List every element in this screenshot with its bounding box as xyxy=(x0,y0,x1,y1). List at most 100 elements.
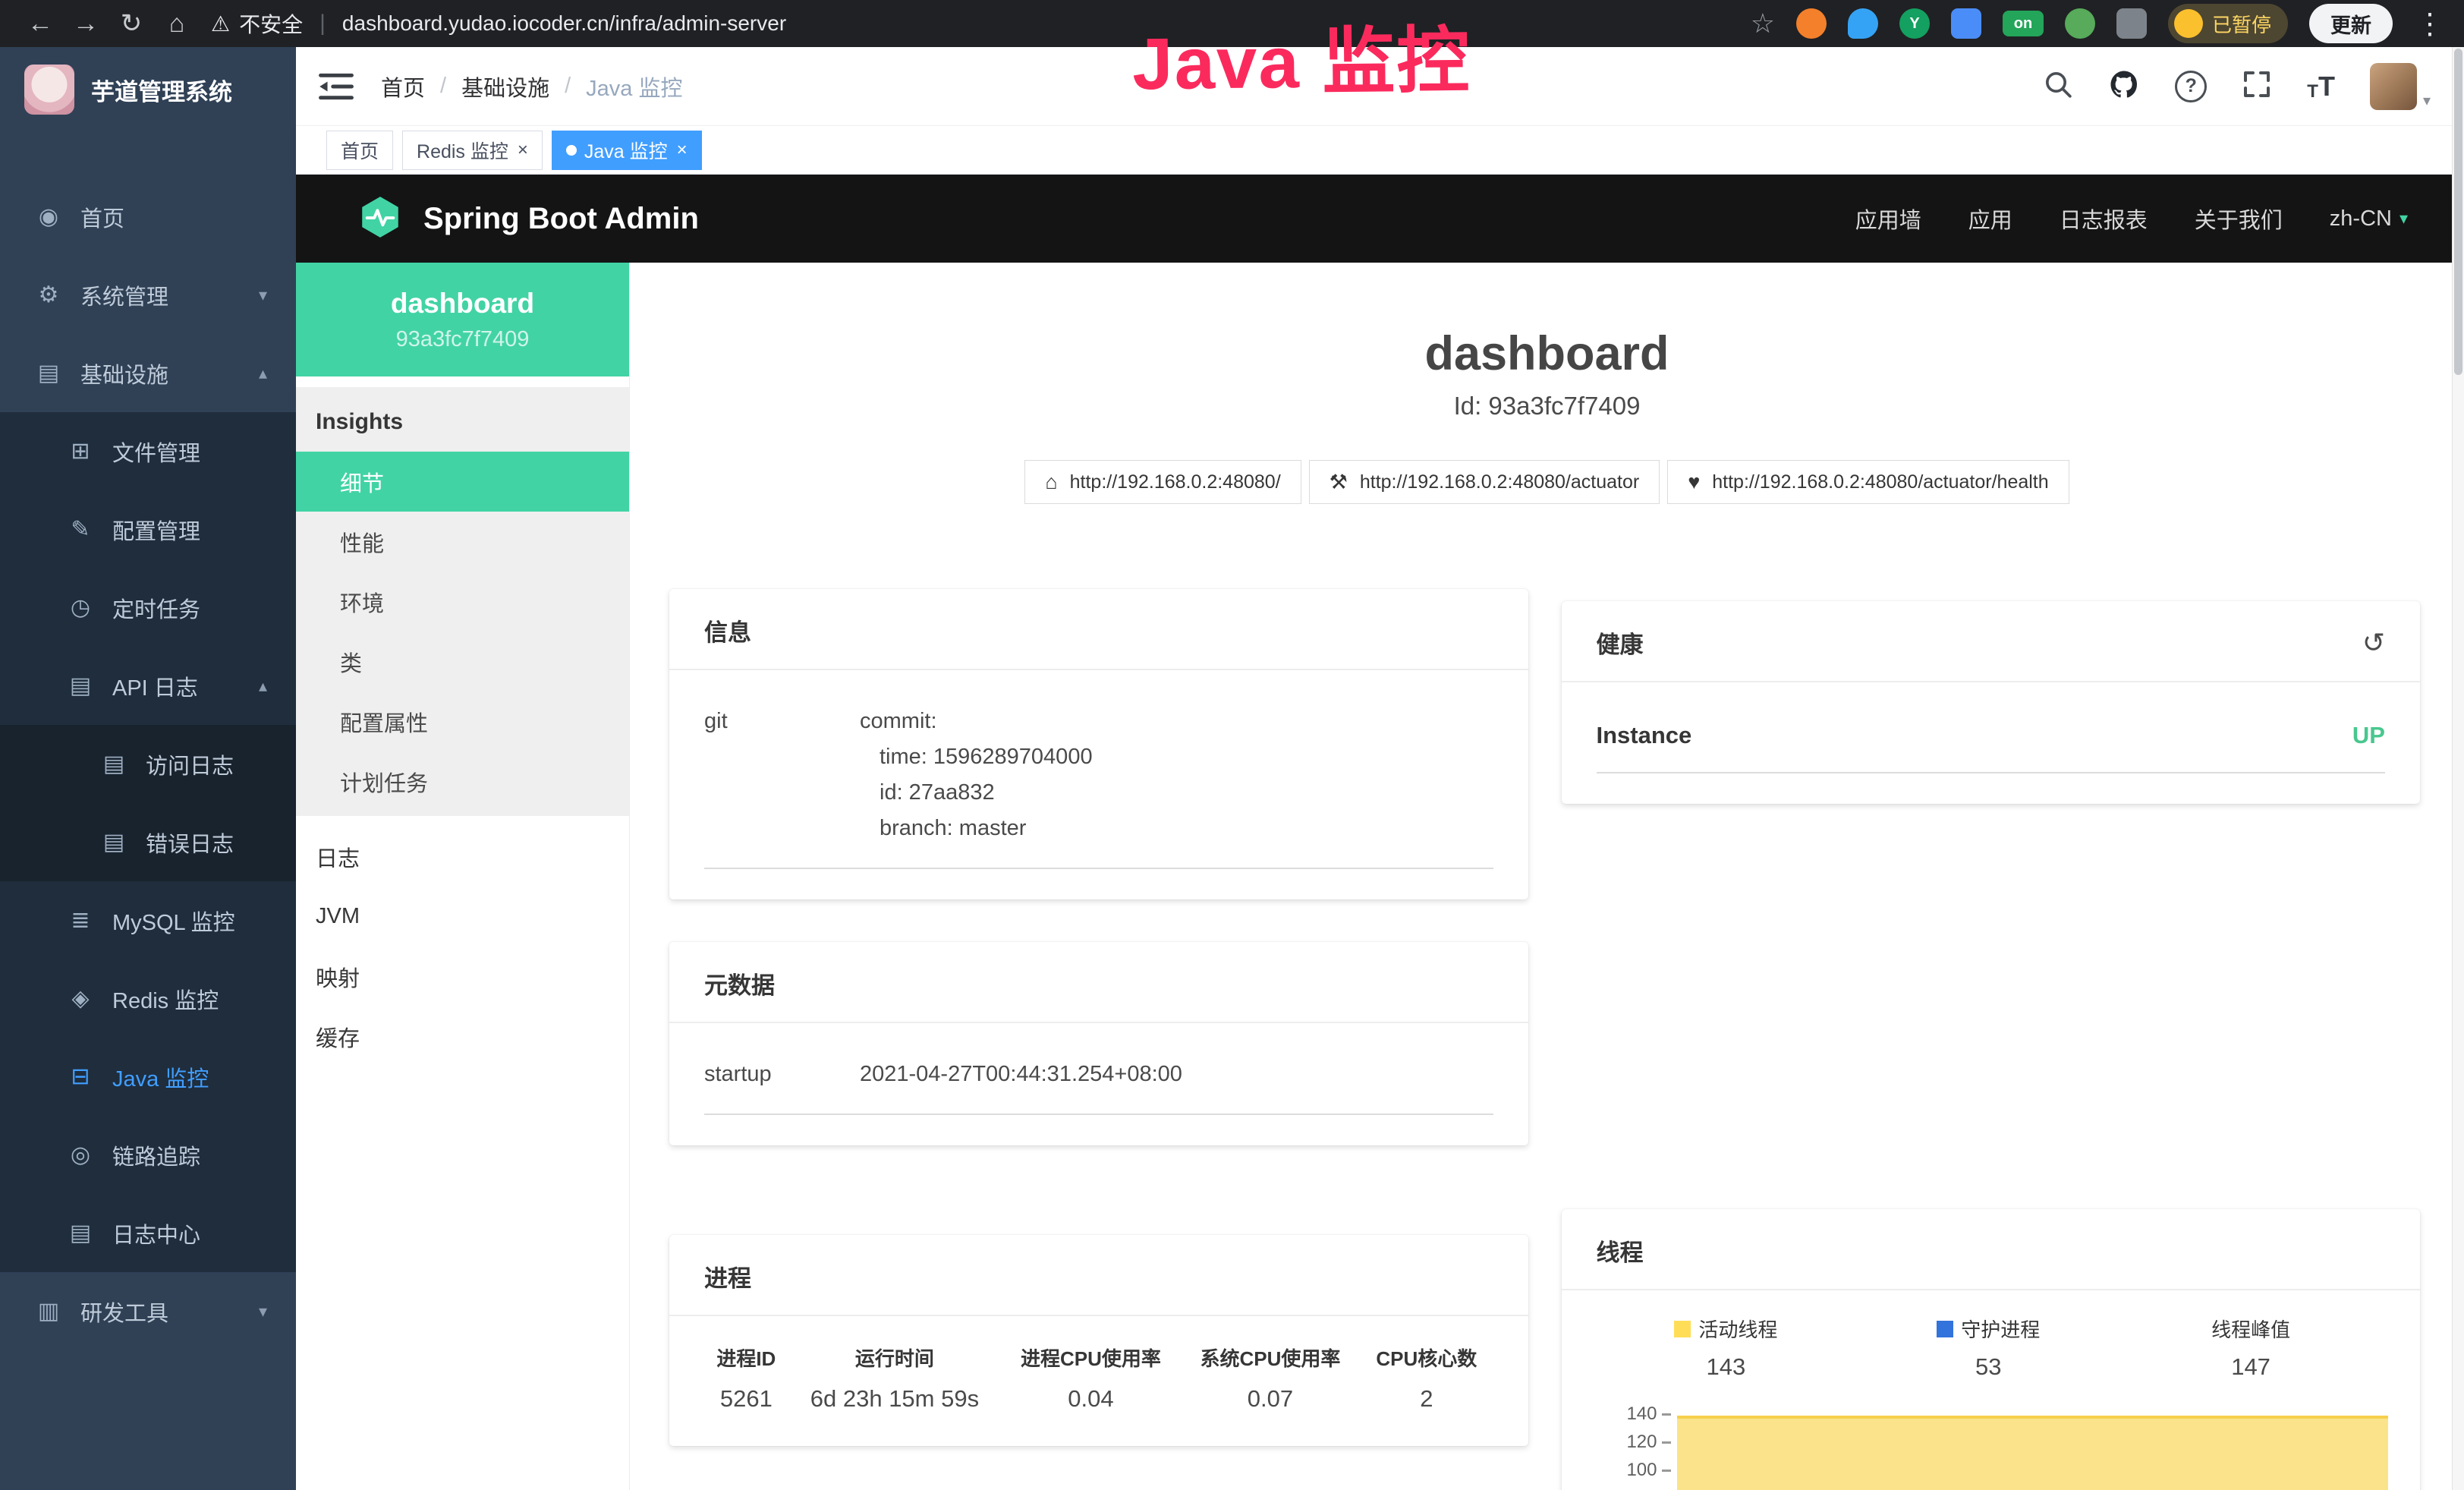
sidebar-item-access-log[interactable]: ▤ 访问日志 xyxy=(0,725,296,803)
link-service-url[interactable]: ⌂ http://192.168.0.2:48080/ xyxy=(1024,460,1301,504)
chrome-update-button[interactable]: 更新 xyxy=(2309,4,2393,43)
process-val-pid: 5261 xyxy=(704,1376,788,1420)
sba-nav-journal[interactable]: 日志报表 xyxy=(2060,203,2148,235)
sba-item-mappings[interactable]: 映射 xyxy=(296,947,629,1006)
process-card: 进程 进程ID 运行时间 进程 xyxy=(669,1235,1528,1446)
bookmark-star-icon[interactable]: ☆ xyxy=(1751,8,1775,39)
sidebar-item-system[interactable]: ⚙ 系统管理 ▾ xyxy=(0,256,296,334)
tag-redis-monitor[interactable]: Redis 监控 × xyxy=(402,131,543,170)
sidebar-item-label: Java 监控 xyxy=(112,1061,209,1093)
back-button[interactable]: ← xyxy=(20,9,61,39)
spring-boot-admin: Spring Boot Admin 应用墙 应用 日志报表 关于我们 zh-CN… xyxy=(296,175,2464,1490)
sidebar-item-redis-monitor[interactable]: ◈ Redis 监控 xyxy=(0,959,296,1038)
chevron-up-icon: ▴ xyxy=(259,676,267,696)
sidebar-item-config-manage[interactable]: ✎ 配置管理 xyxy=(0,490,296,569)
page-scrollbar xyxy=(2452,47,2464,1490)
sidebar-item-error-log[interactable]: ▤ 错误日志 xyxy=(0,803,296,881)
sba-nav-applications[interactable]: 应用 xyxy=(1968,203,2012,235)
sba-language-select[interactable]: zh-CN ▾ xyxy=(2330,206,2408,232)
sidebar-item-label: 系统管理 xyxy=(80,279,168,311)
link-actuator-url[interactable]: ⚒ http://192.168.0.2:48080/actuator xyxy=(1309,460,1660,504)
sba-item-caches[interactable]: 缓存 xyxy=(296,1006,629,1066)
extension-icon-grid[interactable] xyxy=(1951,8,1981,39)
sidebar-item-label: API 日志 xyxy=(112,670,198,702)
sba-item-classes[interactable]: 类 xyxy=(296,632,629,691)
extension-icon-blue-drop[interactable] xyxy=(1848,8,1878,39)
site-security-chip[interactable]: ⚠ 不安全 | dashboard.yudao.iocoder.cn/infra… xyxy=(211,8,786,39)
metadata-card: 元数据 startup 2021-04-27T00:44:31.254+08:0… xyxy=(669,942,1528,1145)
extension-icon-orange[interactable] xyxy=(1796,8,1827,39)
sba-item-configprops[interactable]: 配置属性 xyxy=(296,691,629,751)
close-icon[interactable]: × xyxy=(518,140,528,161)
search-icon[interactable] xyxy=(2043,69,2073,103)
sidebar-fold-icon[interactable] xyxy=(319,71,354,102)
sba-nav-about[interactable]: 关于我们 xyxy=(2195,203,2283,235)
sidebar-item-infra[interactable]: ▤ 基础设施 ▴ xyxy=(0,334,296,412)
breadcrumb-section[interactable]: 基础设施 xyxy=(461,71,549,102)
address-bar[interactable]: dashboard.yudao.iocoder.cn/infra/admin-s… xyxy=(342,11,786,36)
security-label: 不安全 xyxy=(239,8,303,39)
process-val-proc-cpu: 0.04 xyxy=(1001,1376,1180,1420)
extensions-puzzle-icon[interactable] xyxy=(2116,8,2147,39)
sba-item-jvm[interactable]: JVM xyxy=(296,887,629,947)
screen-icon: ⊟ xyxy=(64,1063,97,1090)
font-size-icon[interactable]: TT xyxy=(2307,71,2335,102)
sidebar-item-mysql-monitor[interactable]: ≣ MySQL 监控 xyxy=(0,881,296,959)
process-table: 进程ID 运行时间 进程CPU使用率 系统CPU使用率 CPU核心数 xyxy=(704,1321,1493,1420)
sidebar-item-file-manage[interactable]: ⊞ 文件管理 xyxy=(0,412,296,490)
tag-home[interactable]: 首页 xyxy=(326,131,393,170)
sidebar-item-java-monitor[interactable]: ⊟ Java 监控 xyxy=(0,1038,296,1116)
close-icon[interactable]: × xyxy=(677,140,688,161)
sidebar-item-api-log[interactable]: ▤ API 日志 ▴ xyxy=(0,647,296,725)
wrench-icon: ⚒ xyxy=(1330,471,1348,494)
main-column: 首页 / 基础设施 / Java 监控 xyxy=(296,47,2464,1490)
scrollbar-thumb[interactable] xyxy=(2454,49,2462,375)
chevron-down-icon: ▾ xyxy=(259,1302,267,1321)
help-icon[interactable]: ? xyxy=(2175,71,2207,102)
extension-icon-leaf[interactable] xyxy=(2065,8,2095,39)
home-icon: ⌂ xyxy=(1045,471,1057,494)
link-health-url[interactable]: ♥ http://192.168.0.2:48080/actuator/heal… xyxy=(1667,460,2069,504)
sba-item-metrics[interactable]: 性能 xyxy=(296,512,629,572)
fullscreen-icon[interactable] xyxy=(2242,69,2272,103)
spring-boot-admin-logo xyxy=(357,194,404,244)
sidebar-item-label: 链路追踪 xyxy=(112,1139,200,1171)
sidebar-item-dev-tools[interactable]: ▥ 研发工具 ▾ xyxy=(0,1272,296,1350)
extension-paused-badge[interactable]: 已暂停 xyxy=(2168,4,2288,43)
history-icon[interactable]: ↺ xyxy=(2362,627,2385,659)
breadcrumb-home[interactable]: 首页 xyxy=(381,71,425,102)
process-col-uptime: 运行时间 xyxy=(788,1321,1002,1376)
app-sidebar: 芋道管理系统 ◉ 首页 ⚙ 系统管理 ▾ ▤ 基础设施 ▴ ⊞ xyxy=(0,47,296,1490)
forward-button[interactable]: → xyxy=(65,9,106,39)
sba-insights-group: Insights 细节 性能 环境 类 配置属性 计划任务 xyxy=(296,387,629,816)
info-key: git xyxy=(704,704,860,846)
sba-item-insights: Insights xyxy=(296,392,629,452)
divider: | xyxy=(319,11,326,36)
reload-button[interactable]: ↻ xyxy=(111,8,152,39)
sidebar-item-label: 研发工具 xyxy=(80,1296,168,1328)
sba-brand-title[interactable]: Spring Boot Admin xyxy=(423,202,699,236)
sba-item-scheduled-tasks[interactable]: 计划任务 xyxy=(296,751,629,811)
sba-item-details[interactable]: 细节 xyxy=(296,452,629,512)
extension-icon-green[interactable]: Y xyxy=(1899,8,1930,39)
sba-nav: 应用墙 应用 日志报表 关于我们 zh-CN ▾ xyxy=(1855,203,2408,235)
sba-item-environment[interactable]: 环境 xyxy=(296,572,629,632)
legend-label: 线程峰值 xyxy=(2211,1315,2290,1343)
browser-menu-icon[interactable]: ⋮ xyxy=(2415,7,2444,41)
browser-home-button[interactable]: ⌂ xyxy=(156,9,197,39)
sidebar-item-home[interactable]: ◉ 首页 xyxy=(0,178,296,256)
extension-icon-switch-on[interactable]: on xyxy=(2003,11,2044,36)
user-menu[interactable]: ▾ xyxy=(2370,63,2431,110)
sidebar-item-scheduled-job[interactable]: ◷ 定时任务 xyxy=(0,569,296,647)
tag-java-monitor[interactable]: Java 监控 × xyxy=(552,131,702,170)
github-icon[interactable] xyxy=(2108,68,2140,104)
sidebar-item-label: 日志中心 xyxy=(112,1218,200,1249)
sidebar-item-label: 错误日志 xyxy=(146,827,234,858)
sidebar-item-label: 基础设施 xyxy=(80,358,168,389)
sba-item-logs[interactable]: 日志 xyxy=(296,827,629,887)
sidebar-item-log-center[interactable]: ▤ 日志中心 xyxy=(0,1194,296,1272)
app-logo-row[interactable]: 芋道管理系统 xyxy=(0,47,296,132)
sba-nav-wallboard[interactable]: 应用墙 xyxy=(1855,203,1921,235)
sidebar-item-trace[interactable]: ◎ 链路追踪 xyxy=(0,1116,296,1194)
app-logo xyxy=(24,65,74,115)
